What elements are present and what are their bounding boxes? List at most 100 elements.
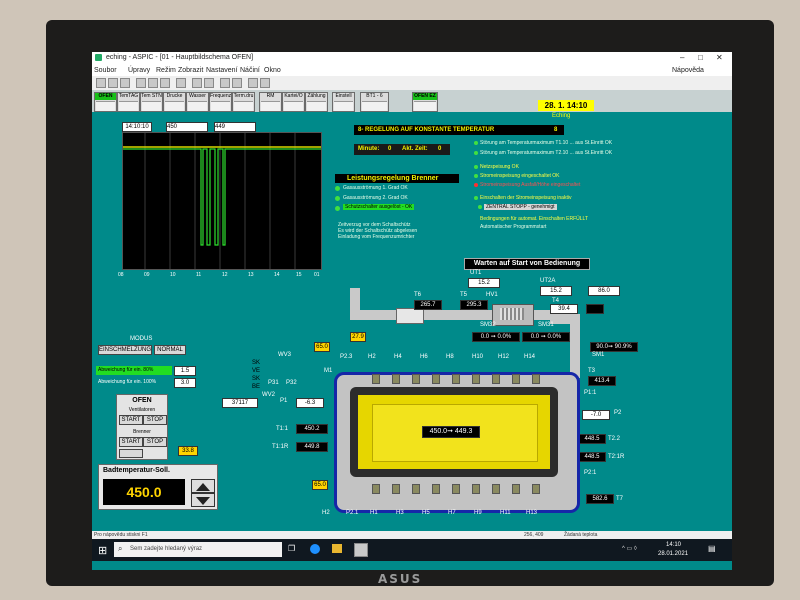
nav-button-kartei[interactable]: Kartei/O	[282, 92, 305, 112]
counter-value: 37117	[222, 398, 258, 408]
einschmelzung-button[interactable]: EINSCHMELZUNG	[98, 345, 152, 355]
edge-icon[interactable]	[310, 544, 320, 554]
heater-top	[512, 374, 520, 384]
heater-top	[412, 374, 420, 384]
brenner-note: Zeitverzug vor dem Schaltschütz Es wird …	[338, 222, 418, 240]
dpl-value: 33.8	[178, 446, 198, 456]
trend-value-2: 449	[214, 122, 256, 132]
chart-icon[interactable]	[204, 78, 214, 88]
zoom-icon[interactable]	[192, 78, 202, 88]
status-lamp	[478, 205, 482, 209]
nav-button-drucke[interactable]: Drucke	[163, 92, 186, 112]
heater-top	[532, 374, 540, 384]
cut-icon[interactable]	[136, 78, 146, 88]
help-icon[interactable]	[260, 78, 270, 88]
taskbar-time: 14:10	[666, 542, 682, 548]
title-bar: eching - ASPIC - [01 - Hauptbildschema O…	[92, 52, 732, 65]
recuperator-fins	[500, 308, 524, 320]
brenner-start-button[interactable]: START	[119, 437, 143, 447]
windows-start-icon[interactable]: ⊞	[98, 544, 107, 557]
notifications-icon[interactable]: ▤	[708, 544, 716, 553]
fan-freq-1: 0.0 ➞ 0.0%	[472, 332, 520, 342]
monitor-logo: ASUS	[378, 572, 423, 586]
minute-display: Minute: 0 Akt. Zeit: 0	[354, 144, 450, 155]
menu-item-upravy[interactable]: Úpravy	[128, 67, 150, 74]
nav-button-zahlung[interactable]: Zählung	[305, 92, 328, 112]
folder-icon[interactable]	[332, 544, 342, 553]
nav-button-rm[interactable]: RM	[259, 92, 282, 112]
user-icon[interactable]	[248, 78, 258, 88]
status-bar: Pro nápovědu stiskni F1 256, 409 Žádaná …	[92, 531, 732, 539]
nav-button-bt16[interactable]: BT1 - 6	[360, 92, 389, 112]
trend-x-axis: 08 09 10 11 12 13 14 15 01	[118, 272, 320, 278]
close-icon[interactable]: ✕	[716, 53, 723, 62]
help-label[interactable]: Nápověda	[672, 67, 704, 74]
menu-bar: Soubor Úpravy Režim Zobrazit Nastavení N…	[92, 65, 732, 76]
aux-toggle[interactable]	[119, 449, 143, 458]
task-view-icon[interactable]: ❐	[288, 544, 295, 553]
abweichung-80-label: Abweichung für ein. 80%	[96, 366, 172, 375]
tools-icon	[334, 101, 353, 111]
ut2a-value: 15.2	[540, 286, 572, 296]
bad-temp-value[interactable]: 450.0	[103, 479, 185, 505]
nav-button-frequenz[interactable]: Frequenz	[209, 92, 232, 112]
minimize-icon[interactable]: –	[680, 53, 684, 62]
maximize-icon[interactable]: □	[698, 53, 703, 62]
regelung-header: 8- REGELUNG AUF KONSTANTE TEMPERATUR 8	[354, 125, 564, 135]
menu-item-nastaveni[interactable]: Nastavení	[206, 67, 238, 74]
exhaust-pipe	[350, 288, 360, 316]
heater-labels-top: P2.3 H2 H4 H6 H8 H10 H12 H14	[340, 354, 536, 360]
exhaust-pipe	[550, 314, 578, 324]
vent-start-button[interactable]: START	[119, 415, 143, 425]
settings-icon[interactable]	[220, 78, 230, 88]
aspic-app-icon[interactable]	[354, 543, 368, 557]
nav-button-ofen-ez[interactable]: OFEN EZ	[412, 92, 438, 112]
taskbar-search[interactable]: ⌕ Sem zadejte hledaný výraz	[114, 542, 282, 557]
nav-button-temtag[interactable]: TemTAG	[117, 92, 140, 112]
ofen-control-panel: OFEN Ventilatoren START STOP Brenner STA…	[116, 394, 168, 460]
v65b-value: 65.0	[312, 480, 328, 490]
t4-aux	[586, 304, 604, 314]
menu-item-soubor[interactable]: Soubor	[94, 67, 117, 74]
new-icon[interactable]	[96, 78, 106, 88]
heater-bottom	[512, 484, 520, 494]
alarm-icon[interactable]	[232, 78, 242, 88]
screen: eching - ASPIC - [01 - Hauptbildschema O…	[92, 52, 732, 570]
modus-panel: MODUS EINSCHMELZUNG NORMAL	[98, 336, 188, 358]
heater-bottom	[452, 484, 460, 494]
print-icon[interactable]	[176, 78, 186, 88]
heater-bottom	[532, 484, 540, 494]
heater-top	[392, 374, 400, 384]
paste-icon[interactable]	[160, 78, 170, 88]
menu-item-okno[interactable]: Okno	[264, 67, 281, 74]
abweichung-100-input[interactable]: 3.0	[174, 378, 196, 388]
nav-button-ofen[interactable]: OFEN	[94, 92, 117, 112]
decrease-button[interactable]	[191, 493, 215, 507]
nav-button-wasser[interactable]: Wasser	[186, 92, 209, 112]
normal-button[interactable]: NORMAL	[154, 345, 186, 355]
abweichung-80-input[interactable]: 1.5	[174, 366, 196, 376]
copy-icon[interactable]	[148, 78, 158, 88]
t3-freq: 90.0➞ 90.9%	[590, 342, 638, 352]
brenner-stop-button[interactable]: STOP	[143, 437, 167, 447]
date-time-display: 28. 1. 14:10	[538, 100, 594, 111]
status-lamp	[335, 206, 340, 211]
menu-item-nacini[interactable]: Náčiní	[240, 67, 260, 74]
triangle-up-icon	[196, 483, 210, 491]
menu-item-zobrazit[interactable]: Zobrazit	[178, 67, 203, 74]
increase-button[interactable]	[191, 479, 215, 493]
menu-item-rezim[interactable]: Režim	[156, 67, 176, 74]
tray-icons[interactable]: ^ ▭ ◊	[622, 545, 637, 552]
nav-button-termdru[interactable]: Term.dru	[232, 92, 255, 112]
open-icon[interactable]	[108, 78, 118, 88]
nav-button-einstell[interactable]: Einstell	[332, 92, 355, 112]
vent-stop-button[interactable]: STOP	[143, 415, 167, 425]
brenner-label: Brenner	[133, 429, 151, 435]
motor-icon	[261, 101, 280, 111]
heater-bottom	[492, 484, 500, 494]
abweichung-100-label: Abweichung für ein. 100%	[98, 379, 157, 385]
card-icon	[284, 101, 303, 111]
trend-chart[interactable]	[122, 132, 322, 270]
save-icon[interactable]	[120, 78, 130, 88]
nav-button-temstn[interactable]: Tem STN	[140, 92, 163, 112]
